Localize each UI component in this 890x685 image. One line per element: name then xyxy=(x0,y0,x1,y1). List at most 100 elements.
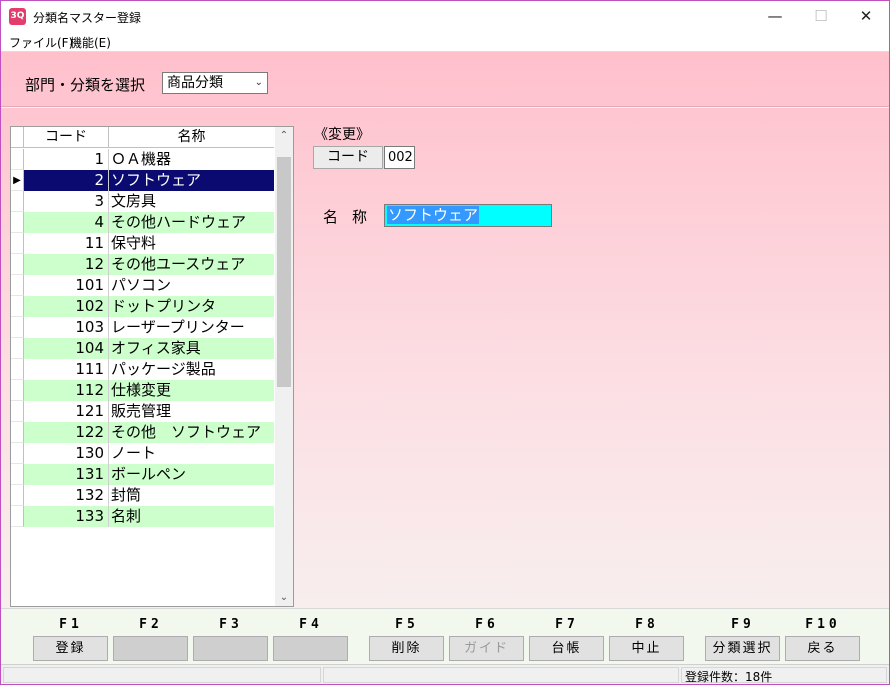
row-selector[interactable] xyxy=(11,317,24,338)
table-row[interactable]: 12 その他ユースウェア xyxy=(11,254,274,275)
row-code: 1 xyxy=(24,149,109,170)
code-field-label: コード xyxy=(313,146,383,169)
close-button[interactable]: ✕ xyxy=(843,1,889,31)
row-selector[interactable] xyxy=(11,380,24,401)
menu-bar: ファイル(F) 機能(E) xyxy=(1,32,889,52)
row-name: ボールペン xyxy=(109,464,274,485)
row-selector[interactable] xyxy=(11,149,24,170)
row-code: 4 xyxy=(24,212,109,233)
row-code: 103 xyxy=(24,317,109,338)
row-name: レーザープリンター xyxy=(109,317,274,338)
grid-header-corner xyxy=(11,127,24,148)
row-selector[interactable] xyxy=(11,422,24,443)
fkey-button-f1[interactable]: 登録 xyxy=(33,636,108,661)
fkey-button-f6[interactable]: ガイド xyxy=(449,636,524,661)
row-name: 封筒 xyxy=(109,485,274,506)
category-grid[interactable]: コード 名称 1 ＯＡ機器 ▶ 2 ソフトウェア 3 文房具 4 その他ハードウェア 11 保守料 1… xyxy=(10,126,294,607)
code-field[interactable]: 002 xyxy=(384,146,415,169)
row-code: 104 xyxy=(24,338,109,359)
record-count: 登録件数：18件 xyxy=(685,670,773,684)
fkey-label-f7: F7 xyxy=(555,617,579,632)
row-code: 11 xyxy=(24,233,109,254)
table-row[interactable]: 131 ボールペン xyxy=(11,464,274,485)
row-name: ドットプリンタ xyxy=(109,296,274,317)
current-row-marker-icon[interactable]: ▶ xyxy=(11,170,24,191)
row-selector[interactable] xyxy=(11,443,24,464)
minimize-button[interactable]: — xyxy=(752,1,798,31)
table-row[interactable]: 1 ＯＡ機器 xyxy=(11,149,274,170)
table-row[interactable]: 104 オフィス家具 xyxy=(11,338,274,359)
title-bar[interactable]: 3Q 分類名マスター登録 — ☐ ✕ xyxy=(1,1,889,32)
scroll-thumb[interactable] xyxy=(277,157,291,387)
fkey-button-f2[interactable] xyxy=(113,636,188,661)
row-code: 130 xyxy=(24,443,109,464)
row-selector[interactable] xyxy=(11,212,24,233)
row-code: 131 xyxy=(24,464,109,485)
row-code: 111 xyxy=(24,359,109,380)
table-row[interactable]: 121 販売管理 xyxy=(11,401,274,422)
name-field-label: 名称 xyxy=(323,208,382,226)
fkey-button-f4[interactable] xyxy=(273,636,348,661)
scroll-up-icon[interactable]: ⌃ xyxy=(275,127,293,144)
row-selector[interactable] xyxy=(11,485,24,506)
fkey-label-f1: F1 xyxy=(59,617,83,632)
row-code: 2 xyxy=(24,170,109,191)
row-selector[interactable] xyxy=(11,464,24,485)
row-name: オフィス家具 xyxy=(109,338,274,359)
row-selector[interactable] xyxy=(11,275,24,296)
table-row[interactable]: 102 ドットプリンタ xyxy=(11,296,274,317)
table-row[interactable]: 112 仕様変更 xyxy=(11,380,274,401)
grid-scrollbar[interactable]: ⌃ ⌄ xyxy=(275,127,293,606)
scroll-down-icon[interactable]: ⌄ xyxy=(275,589,293,606)
table-row[interactable]: 111 パッケージ製品 xyxy=(11,359,274,380)
row-selector[interactable] xyxy=(11,296,24,317)
table-row[interactable]: 130 ノート xyxy=(11,443,274,464)
chevron-down-icon[interactable]: ⌄ xyxy=(255,73,263,93)
fkey-button-f5[interactable]: 削除 xyxy=(369,636,444,661)
fkey-label-f3: F3 xyxy=(219,617,243,632)
table-row[interactable]: 4 その他ハードウェア xyxy=(11,212,274,233)
row-name: 販売管理 xyxy=(109,401,274,422)
maximize-button[interactable]: ☐ xyxy=(798,1,844,31)
row-name: ＯＡ機器 xyxy=(109,149,274,170)
grid-header-code[interactable]: コード xyxy=(24,127,109,148)
table-row[interactable]: 122 その他 ソフトウェア xyxy=(11,422,274,443)
main-content: 部門・分類を選択 商品分類 ⌄ コード 名称 1 ＯＡ機器 ▶ 2 ソフトウェア 3 文房具… xyxy=(1,52,889,608)
row-selector[interactable] xyxy=(11,359,24,380)
table-row[interactable]: 103 レーザープリンター xyxy=(11,317,274,338)
row-name: ノート xyxy=(109,443,274,464)
row-code: 132 xyxy=(24,485,109,506)
fkey-button-f7[interactable]: 台帳 xyxy=(529,636,604,661)
fkey-button-f9[interactable]: 分類選択 xyxy=(705,636,780,661)
row-selector[interactable] xyxy=(11,191,24,212)
row-selector[interactable] xyxy=(11,233,24,254)
divider xyxy=(1,106,889,108)
fkey-label-f10: F10 xyxy=(805,617,841,632)
row-selector[interactable] xyxy=(11,506,24,527)
row-code: 112 xyxy=(24,380,109,401)
table-row[interactable]: 133 名刺 xyxy=(11,506,274,527)
fkey-button-f3[interactable] xyxy=(193,636,268,661)
menu-function[interactable]: 機能(E) xyxy=(70,34,111,51)
row-selector[interactable] xyxy=(11,338,24,359)
name-field[interactable]: ソフトウェア xyxy=(384,204,552,227)
fkey-button-f8[interactable]: 中止 xyxy=(609,636,684,661)
table-row[interactable]: 3 文房具 xyxy=(11,191,274,212)
status-segment xyxy=(3,667,321,683)
category-select-value: 商品分類 xyxy=(167,75,223,91)
table-row[interactable]: 11 保守料 xyxy=(11,233,274,254)
grid-header: コード 名称 xyxy=(11,127,274,148)
fkey-label-f9: F9 xyxy=(731,617,755,632)
fkey-label-f2: F2 xyxy=(139,617,163,632)
table-row[interactable]: 132 封筒 xyxy=(11,485,274,506)
row-selector[interactable] xyxy=(11,401,24,422)
grid-header-name[interactable]: 名称 xyxy=(109,127,274,148)
fkey-button-f10[interactable]: 戻る xyxy=(785,636,860,661)
table-row[interactable]: ▶ 2 ソフトウェア xyxy=(11,170,274,191)
function-key-bar: F1 登録 F2 F3 F4 F5 削除 F6 ガイド F7 台帳 F8 中止 F9 分類選択 F10 戻る xyxy=(1,608,889,664)
mode-label: 《変更》 xyxy=(314,127,370,143)
row-selector[interactable] xyxy=(11,254,24,275)
menu-file[interactable]: ファイル(F) xyxy=(9,34,73,51)
category-select[interactable]: 商品分類 ⌄ xyxy=(162,72,268,94)
table-row[interactable]: 101 パソコン xyxy=(11,275,274,296)
